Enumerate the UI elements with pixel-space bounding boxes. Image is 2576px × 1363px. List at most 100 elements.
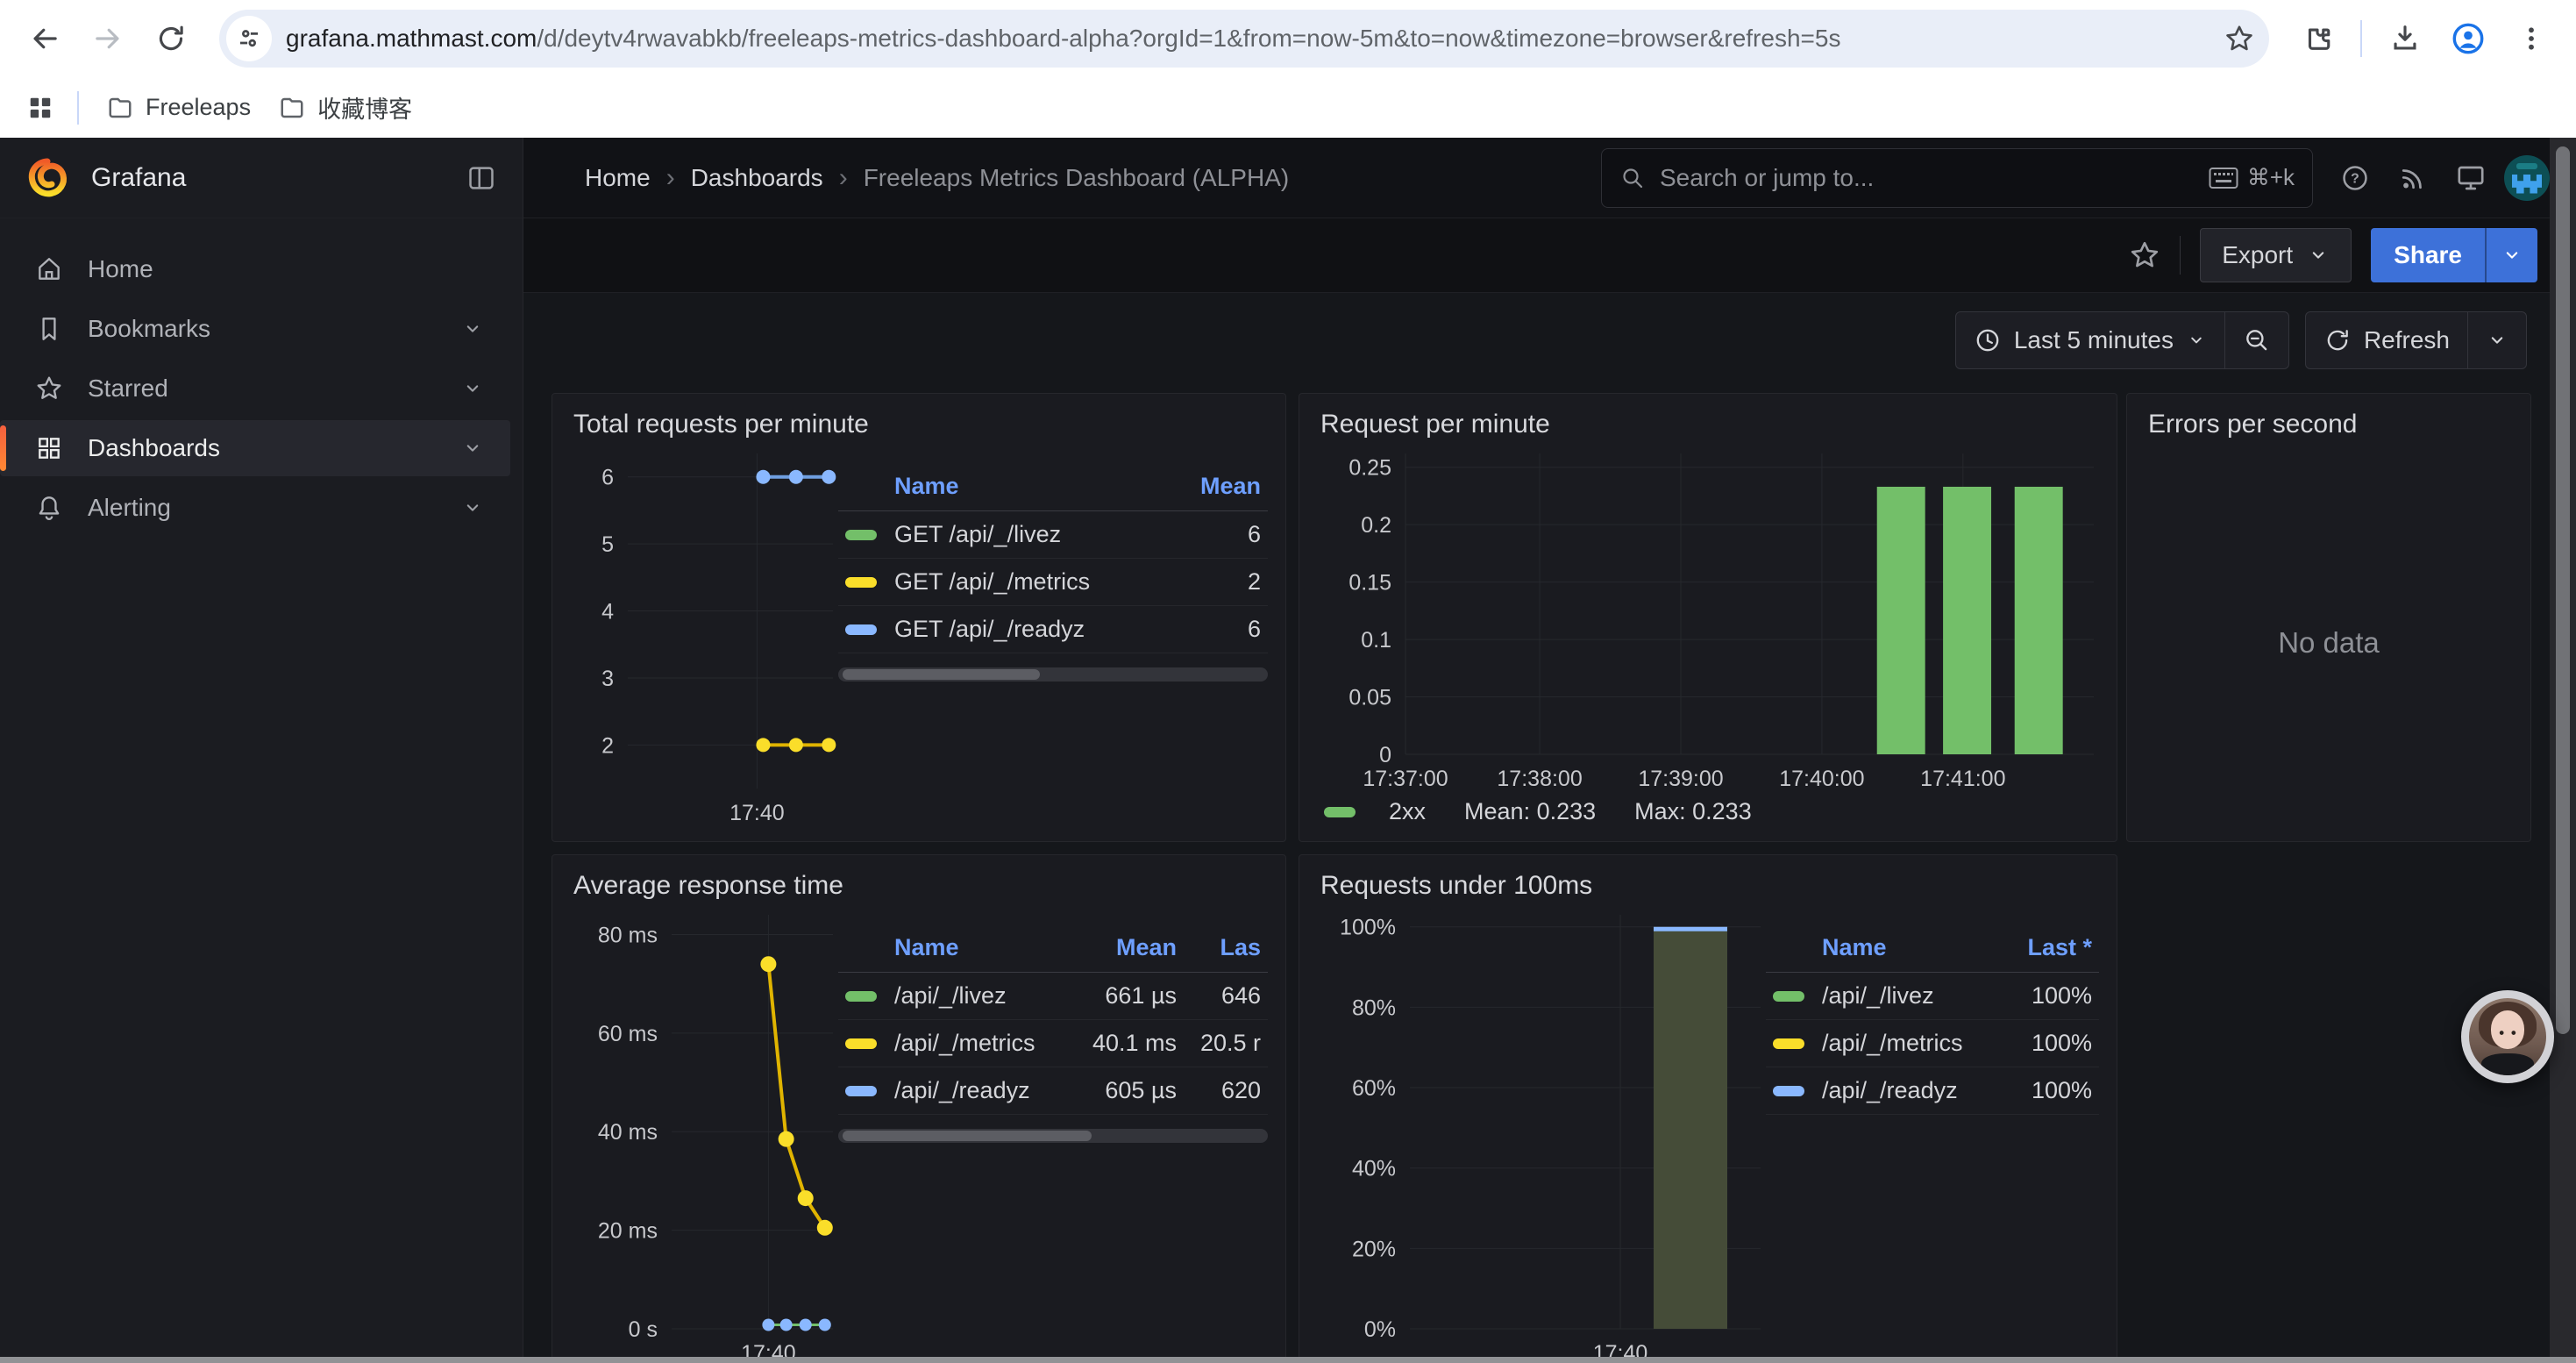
- bookmark-folder-blogs[interactable]: 收藏博客: [265, 83, 426, 132]
- menu-kebab-icon[interactable]: [2504, 11, 2558, 66]
- series-name[interactable]: /api/_/livez: [1822, 982, 1987, 1010]
- sidebar-item-dashboards[interactable]: Dashboards: [0, 420, 510, 476]
- series-name[interactable]: /api/_/metrics: [1822, 1030, 1987, 1057]
- series-last: 100%: [1987, 982, 2092, 1010]
- series-last: 100%: [1987, 1077, 2092, 1104]
- forward-icon[interactable]: [81, 11, 135, 66]
- legend-row[interactable]: /api/_/metrics 100%: [1766, 1020, 2099, 1067]
- series-color-pill: [845, 991, 877, 1002]
- series-name[interactable]: /api/_/readyz: [1822, 1077, 1987, 1104]
- user-avatar[interactable]: [2504, 155, 2550, 201]
- panel-title[interactable]: Requests under 100ms: [1299, 855, 2117, 906]
- apps-grid-icon[interactable]: [18, 85, 63, 131]
- legend-row[interactable]: GET /api/_/metrics 2: [838, 559, 1268, 606]
- avatar-pattern: [2516, 163, 2537, 169]
- legend-header: Name Mean: [838, 467, 1268, 511]
- series-mean: 40.1 ms: [1071, 1030, 1177, 1057]
- profile-icon[interactable]: [2441, 11, 2495, 66]
- legend-scrollbar[interactable]: [838, 667, 1268, 682]
- series-name[interactable]: /api/_/metrics: [894, 1030, 1071, 1057]
- monitor-icon[interactable]: [2446, 153, 2495, 203]
- download-icon[interactable]: [2378, 11, 2432, 66]
- panel-body: 0.250.20.150.10.05017:37:0017:38:0017:39…: [1299, 445, 2117, 795]
- legend-row[interactable]: /api/_/livez 100%: [1766, 973, 2099, 1020]
- reload-icon[interactable]: [144, 11, 198, 66]
- search-input[interactable]: Search or jump to... ⌘+k: [1601, 148, 2313, 208]
- legend-row[interactable]: /api/_/readyz 100%: [1766, 1067, 2099, 1115]
- time-range-label: Last 5 minutes: [2014, 326, 2174, 354]
- collapse-sidebar-icon[interactable]: [466, 163, 496, 193]
- legend-row[interactable]: GET /api/_/readyz 6: [838, 606, 1268, 653]
- series-color-pill: [845, 624, 877, 635]
- bar-chart: 100%80%60%40%20%0%17:40: [1317, 906, 1766, 1363]
- series-name[interactable]: 2xx: [1389, 798, 1426, 825]
- legend-col-mean[interactable]: Mean: [1071, 934, 1177, 961]
- chevron-down-icon[interactable]: [461, 437, 484, 460]
- help-icon[interactable]: ?: [2330, 153, 2380, 203]
- sidebar-item-alerting[interactable]: Alerting: [0, 480, 510, 536]
- search-icon: [1619, 165, 1646, 191]
- sidebar-item-starred[interactable]: Starred: [0, 360, 510, 417]
- chevron-down-icon[interactable]: [461, 496, 484, 519]
- series-last: 646: [1177, 982, 1261, 1010]
- refresh-interval-button[interactable]: [2468, 312, 2526, 368]
- scrollbar-thumb[interactable]: [2556, 146, 2570, 1034]
- sidebar-item-label: Bookmarks: [88, 315, 210, 343]
- bookmarks-bar: Freeleaps 收藏博客: [0, 77, 2576, 138]
- series-name[interactable]: GET /api/_/readyz: [894, 616, 1156, 643]
- refresh-button[interactable]: Refresh: [2306, 312, 2467, 368]
- svg-text:40 ms: 40 ms: [598, 1120, 658, 1145]
- chevron-down-icon[interactable]: [461, 377, 484, 400]
- svg-text:17:40:00: 17:40:00: [1779, 767, 1864, 791]
- time-range-group: Last 5 minutes: [1955, 311, 2289, 369]
- breadcrumb-home[interactable]: Home: [585, 164, 651, 192]
- grafana-logo[interactable]: [26, 157, 68, 199]
- url-bar[interactable]: grafana.mathmast.com/d/deytv4rwavabkb/fr…: [219, 10, 2269, 68]
- back-icon[interactable]: [18, 11, 72, 66]
- series-name[interactable]: GET /api/_/livez: [894, 521, 1156, 548]
- scrollbar-thumb[interactable]: [843, 669, 1040, 680]
- no-data-message: No data: [2127, 445, 2530, 841]
- legend-col-name[interactable]: Name: [894, 473, 1156, 500]
- legend-col-mean[interactable]: Mean: [1156, 473, 1261, 500]
- legend-col-last[interactable]: Last *: [1987, 934, 2092, 961]
- panel-title[interactable]: Request per minute: [1299, 394, 2117, 445]
- zoom-out-button[interactable]: [2225, 312, 2288, 368]
- bookmark-star-icon[interactable]: [2224, 23, 2255, 54]
- legend-row[interactable]: /api/_/livez 661 µs 646: [838, 973, 1268, 1020]
- legend-col-last[interactable]: Las: [1177, 934, 1261, 961]
- panel-title[interactable]: Average response time: [552, 855, 1285, 906]
- breadcrumb-dashboards[interactable]: Dashboards: [691, 164, 823, 192]
- panel-errors-per-second: Errors per second No data: [2126, 393, 2531, 842]
- series-name[interactable]: /api/_/readyz: [894, 1077, 1071, 1104]
- legend-line[interactable]: 2xx Mean: 0.233 Max: 0.233: [1299, 795, 2117, 841]
- panel-title[interactable]: Total requests per minute: [552, 394, 1285, 445]
- site-settings-icon[interactable]: [226, 16, 272, 61]
- sidebar-item-bookmarks[interactable]: Bookmarks: [0, 301, 510, 357]
- legend-row[interactable]: /api/_/metrics 40.1 ms 20.5 r: [838, 1020, 1268, 1067]
- legend-row[interactable]: /api/_/readyz 605 µs 620: [838, 1067, 1268, 1115]
- panel-title[interactable]: Errors per second: [2127, 394, 2530, 445]
- legend-col-name[interactable]: Name: [894, 934, 1071, 961]
- legend-col-name[interactable]: Name: [1822, 934, 1987, 961]
- chevron-down-icon[interactable]: [461, 318, 484, 340]
- scrollbar-thumb[interactable]: [843, 1131, 1092, 1141]
- legend-row[interactable]: GET /api/_/livez 6: [838, 511, 1268, 559]
- chart-canvas: 80 ms60 ms40 ms20 ms0 s17:40: [570, 906, 838, 1363]
- news-rss-icon[interactable]: [2388, 153, 2437, 203]
- time-range-picker[interactable]: Last 5 minutes: [1956, 312, 2224, 368]
- assistant-avatar[interactable]: [2461, 990, 2554, 1083]
- sidebar-item-home[interactable]: Home: [0, 241, 510, 297]
- legend-scrollbar[interactable]: [838, 1129, 1268, 1143]
- favorite-star-icon[interactable]: [2129, 239, 2160, 271]
- export-button[interactable]: Export: [2200, 228, 2352, 282]
- series-name[interactable]: GET /api/_/metrics: [894, 568, 1156, 596]
- share-button[interactable]: Share: [2371, 228, 2485, 282]
- bookmark-folder-freeleaps[interactable]: Freeleaps: [93, 87, 265, 128]
- page-scrollbar[interactable]: [2550, 138, 2576, 1363]
- brand-name[interactable]: Grafana: [91, 163, 186, 193]
- bookmark-folder-label: 收藏博客: [317, 90, 412, 125]
- series-name[interactable]: /api/_/livez: [894, 982, 1071, 1010]
- share-menu-button[interactable]: [2485, 228, 2537, 282]
- extensions-icon[interactable]: [2290, 11, 2345, 66]
